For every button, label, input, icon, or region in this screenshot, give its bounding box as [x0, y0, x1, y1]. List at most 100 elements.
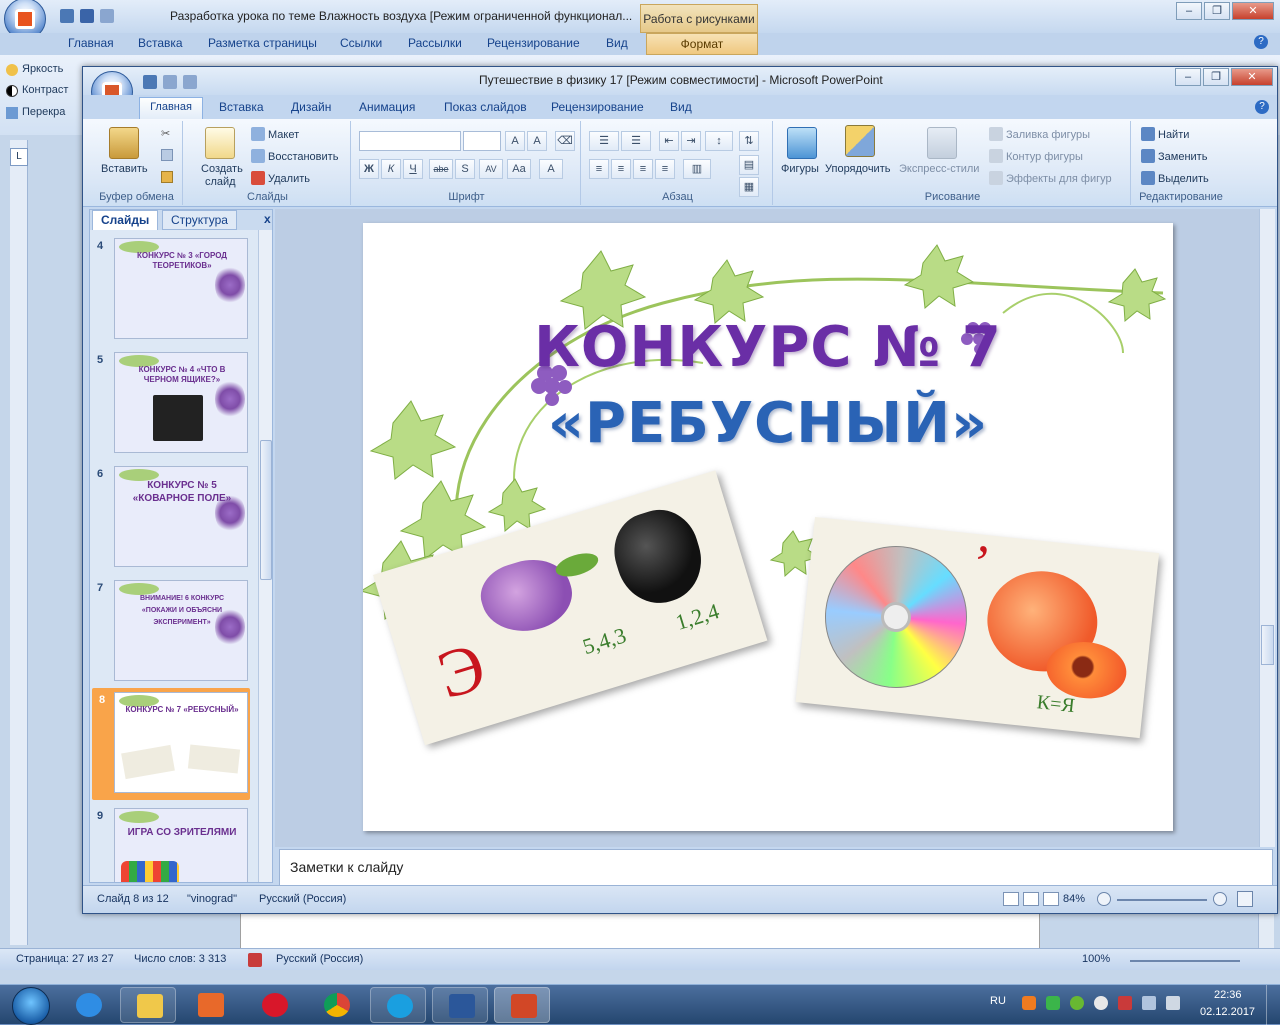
slide-thumbnail-7[interactable]: 7 ВНИМАНИЕ! 6 КОНКУРС «ПОКАЖИ И ОБЪЯСНИ …	[90, 576, 258, 686]
help-icon[interactable]: ?	[1254, 35, 1268, 49]
arrange-icon[interactable]	[845, 125, 875, 157]
word-zoom-level[interactable]: 100%	[1082, 953, 1110, 965]
paste-button[interactable]: Вставить	[101, 163, 148, 175]
pane-tab-outline[interactable]: Структура	[162, 210, 237, 230]
shadow-button[interactable]: S	[455, 159, 475, 179]
tray-app-icon[interactable]	[1046, 996, 1060, 1010]
pane-scrollbar[interactable]	[258, 230, 272, 882]
contrast-button[interactable]: Контраст	[22, 84, 68, 96]
minimize-button[interactable]: –	[1176, 2, 1202, 20]
align-right-button[interactable]: ≡	[633, 159, 653, 179]
recolor-button[interactable]: Перекра	[22, 106, 65, 118]
grow-font-button[interactable]: A	[505, 131, 525, 151]
pp-tab-slideshow[interactable]: Показ слайдов	[444, 100, 527, 114]
word-tab-format[interactable]: Формат	[646, 33, 758, 55]
bullets-button[interactable]: ☰	[589, 131, 619, 151]
slide-thumbnail-6[interactable]: 6 КОНКУРС № 5 «КОВАРНОЕ ПОЛЕ»	[90, 462, 258, 572]
slide-thumbnail-9[interactable]: 9 ИГРА СО ЗРИТЕЛЯМИ	[90, 804, 258, 882]
flag-icon[interactable]	[1142, 996, 1156, 1010]
numbering-button[interactable]: ☰	[621, 131, 651, 151]
save-icon[interactable]	[60, 9, 74, 23]
font-name-combo[interactable]	[359, 131, 461, 151]
word-tab-layout[interactable]: Разметка страницы	[208, 36, 317, 50]
replace-button[interactable]: Заменить	[1158, 151, 1207, 163]
fit-to-window-icon[interactable]	[1237, 891, 1253, 907]
new-slide-label-1[interactable]: Создать	[201, 163, 243, 175]
normal-view-icon[interactable]	[1003, 892, 1019, 906]
shape-fill-button[interactable]: Заливка фигуры	[1006, 129, 1090, 141]
pp-tab-review[interactable]: Рецензирование	[551, 100, 644, 114]
explorer-taskbar-button[interactable]	[120, 987, 176, 1023]
pp-tab-insert[interactable]: Вставка	[219, 100, 264, 114]
pane-tab-slides[interactable]: Слайды	[92, 210, 159, 230]
opera-taskbar-button[interactable]	[246, 987, 302, 1023]
sorter-view-icon[interactable]	[1023, 892, 1039, 906]
tray-circle-icon[interactable]	[1094, 996, 1108, 1010]
spacing-button[interactable]: AV	[479, 159, 503, 179]
bold-button[interactable]: Ж	[359, 159, 379, 179]
pp-tab-home[interactable]: Главная	[139, 97, 203, 120]
arrange-button[interactable]: Упорядочить	[825, 163, 890, 175]
font-size-combo[interactable]	[463, 131, 501, 151]
notes-pane[interactable]: Заметки к слайду	[279, 849, 1273, 887]
media-taskbar-button[interactable]	[182, 987, 238, 1023]
align-text-button[interactable]: ▤	[739, 155, 759, 175]
clock-time[interactable]: 22:36	[1214, 989, 1242, 1001]
slide-scrollbar-thumb[interactable]	[1261, 625, 1274, 665]
pp-zoom-level[interactable]: 84%	[1063, 893, 1085, 905]
pp-tab-view[interactable]: Вид	[670, 100, 692, 114]
volume-muted-icon[interactable]	[1118, 996, 1132, 1010]
word-tab-review[interactable]: Рецензирование	[487, 36, 580, 50]
shapes-icon[interactable]	[787, 127, 817, 159]
layout-button[interactable]: Макет	[268, 129, 299, 141]
pp-help-icon[interactable]: ?	[1255, 100, 1269, 114]
word-taskbar-button[interactable]	[432, 987, 488, 1023]
word-count[interactable]: Число слов: 3 313	[134, 953, 226, 965]
tab-selector-icon[interactable]: L	[10, 148, 28, 166]
start-button[interactable]	[4, 986, 58, 1025]
slideshow-view-icon[interactable]	[1043, 892, 1059, 906]
font-color-button[interactable]: A	[539, 159, 563, 179]
word-tab-mailings[interactable]: Рассылки	[408, 36, 462, 50]
paste-icon[interactable]	[109, 127, 139, 159]
new-slide-icon[interactable]	[205, 127, 235, 159]
strike-button[interactable]: abe	[429, 159, 453, 179]
shapes-button[interactable]: Фигуры	[781, 163, 819, 175]
italic-button[interactable]: К	[381, 159, 401, 179]
delete-button[interactable]: Удалить	[268, 173, 310, 185]
slide-thumbnail-4[interactable]: 4 КОНКУРС № 3 «ГОРОД ТЕОРЕТИКОВ»	[90, 234, 258, 344]
word-tab-insert[interactable]: Вставка	[138, 36, 183, 50]
format-painter-icon[interactable]	[161, 171, 173, 183]
avast-icon[interactable]	[1022, 996, 1036, 1010]
align-center-button[interactable]: ≡	[611, 159, 631, 179]
shrink-font-button[interactable]: A	[527, 131, 547, 151]
chrome-taskbar-button[interactable]	[308, 987, 364, 1023]
select-button[interactable]: Выделить	[1158, 173, 1209, 185]
page-count[interactable]: Страница: 27 из 27	[16, 953, 114, 965]
close-button[interactable]: ✕	[1232, 2, 1274, 20]
text-direction-button[interactable]: ⇅	[739, 131, 759, 151]
reset-button[interactable]: Восстановить	[268, 151, 338, 163]
find-button[interactable]: Найти	[1158, 129, 1189, 141]
brightness-button[interactable]: Яркость	[22, 63, 63, 75]
slide-vertical-scrollbar[interactable]	[1259, 209, 1275, 847]
new-slide-label-2[interactable]: слайд	[205, 176, 236, 188]
line-spacing-button[interactable]: ↕	[705, 131, 733, 151]
underline-button[interactable]: Ч	[403, 159, 423, 179]
pp-minimize-button[interactable]: –	[1175, 68, 1201, 86]
cut-icon[interactable]: ✂	[161, 127, 175, 141]
word-language[interactable]: Русский (Россия)	[276, 953, 363, 965]
current-slide[interactable]: КОНКУРС № 7 «РЕБУСНЫЙ» Э 5,4,3 1,2,4 ’ К…	[363, 223, 1173, 831]
word-tab-home[interactable]: Главная	[68, 36, 114, 50]
undo-icon[interactable]	[80, 9, 94, 23]
pp-save-icon[interactable]	[143, 75, 157, 89]
word-tab-references[interactable]: Ссылки	[340, 36, 382, 50]
slide-thumbnail-8-selected[interactable]: 8 КОНКУРС № 7 «РЕБУСНЫЙ»	[92, 688, 250, 800]
show-desktop-button[interactable]	[1266, 985, 1280, 1025]
quick-styles-button[interactable]: Экспресс-стили	[899, 163, 979, 175]
redo-icon[interactable]	[100, 9, 114, 23]
word-tab-view[interactable]: Вид	[606, 36, 628, 50]
language-indicator[interactable]: RU	[990, 995, 1006, 1007]
network-icon[interactable]	[1166, 996, 1180, 1010]
decrease-indent-button[interactable]: ⇤	[659, 131, 679, 151]
